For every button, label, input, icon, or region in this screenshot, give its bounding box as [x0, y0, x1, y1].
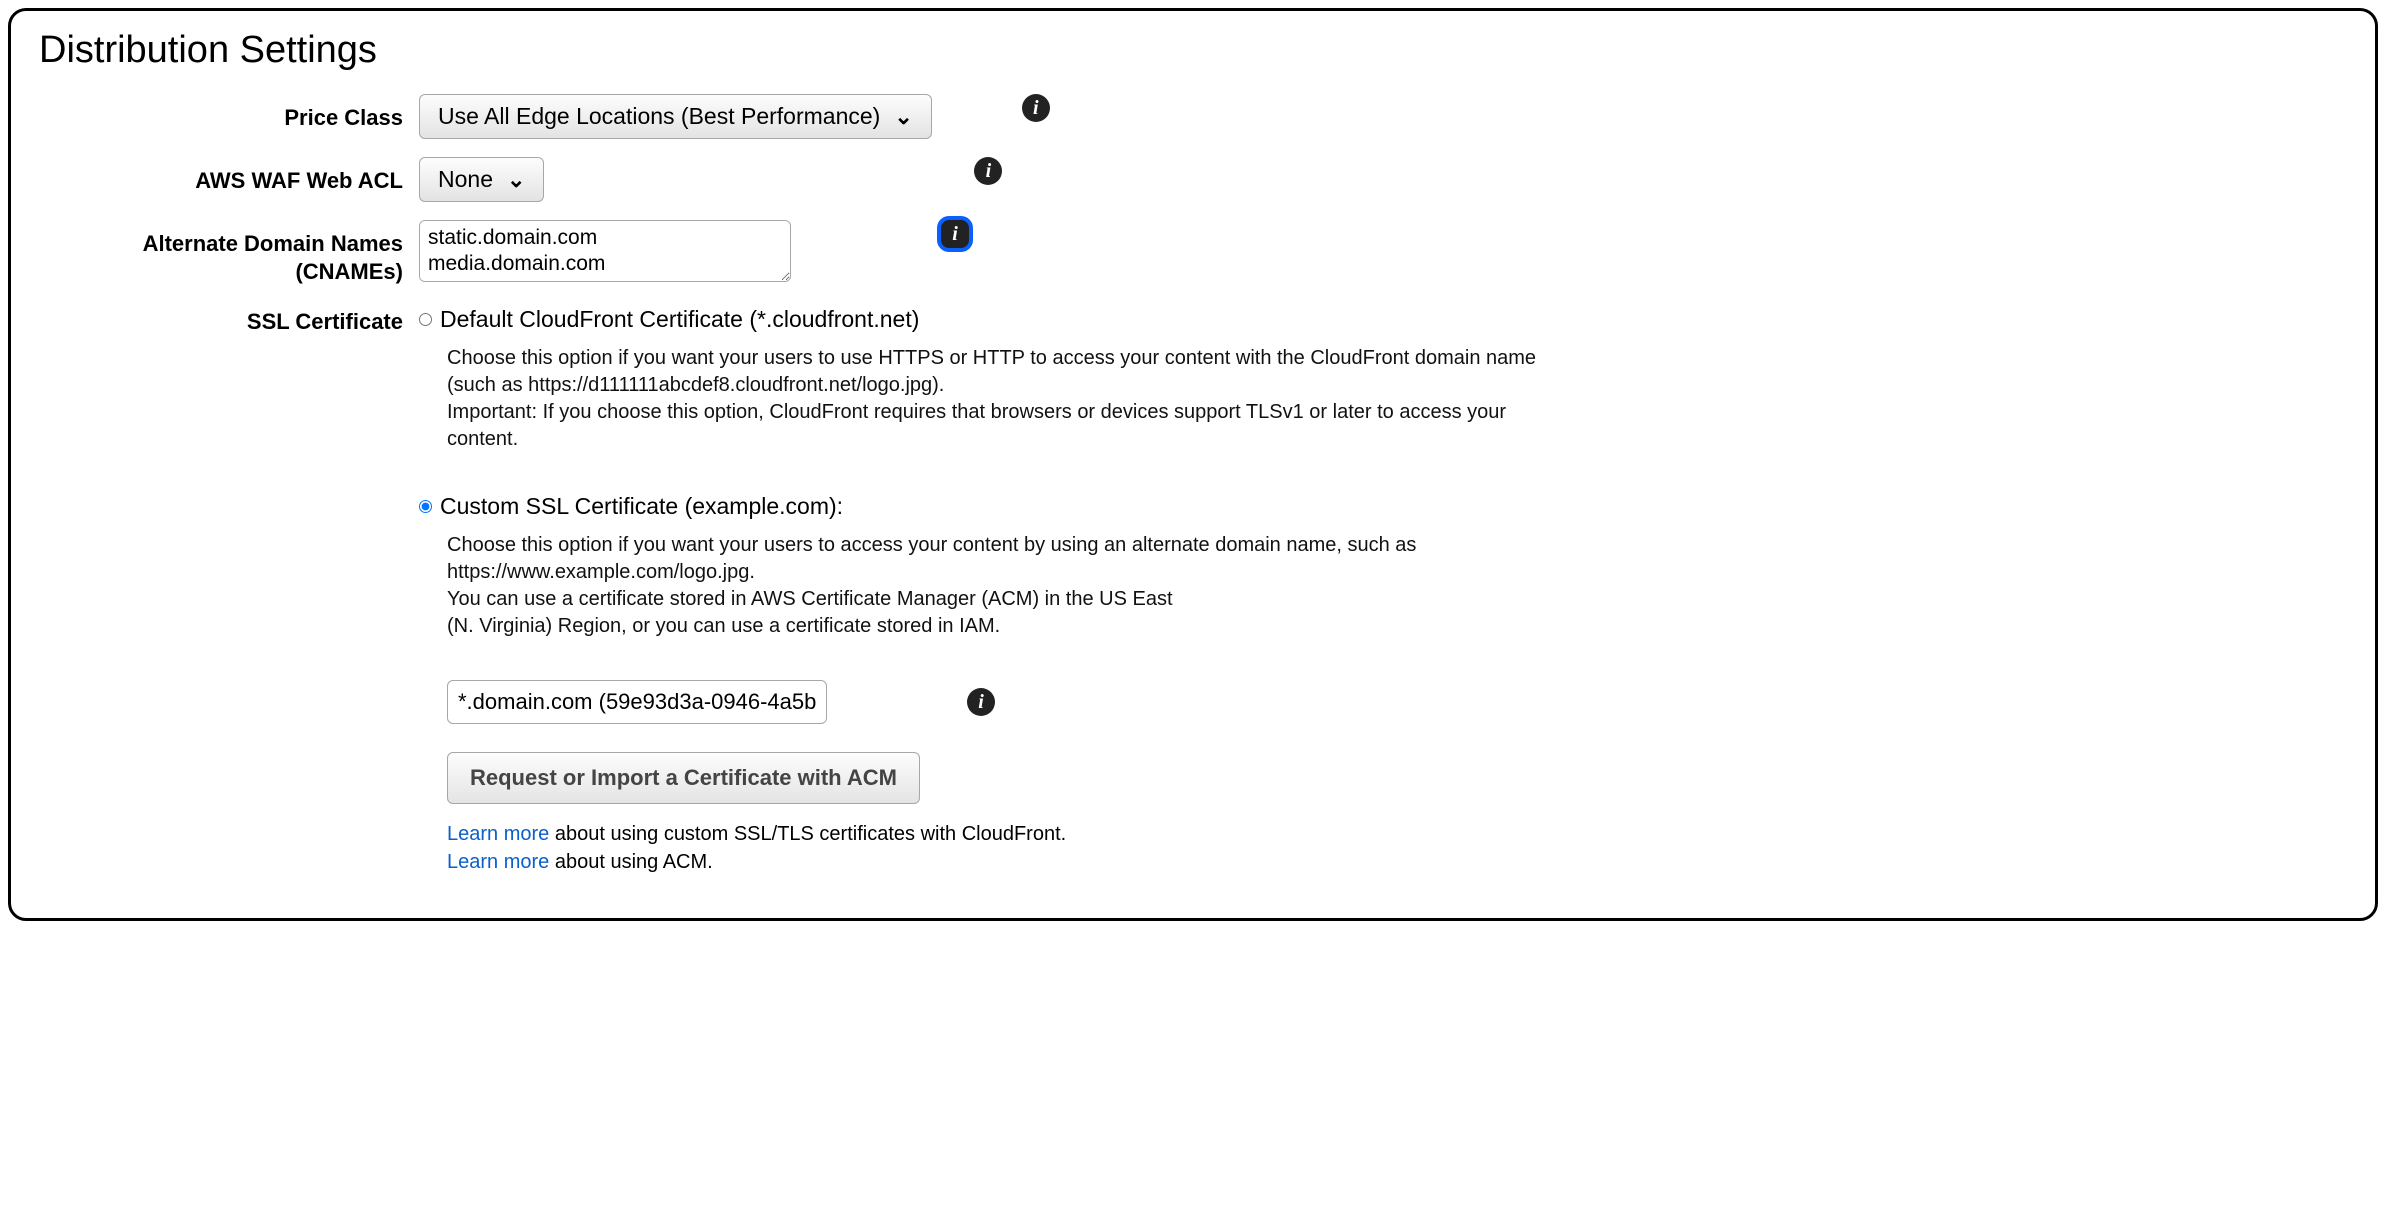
learn-more-ssl-text: about using custom SSL/TLS certificates … [549, 823, 1066, 845]
row-cnames: Alternate Domain Names (CNAMEs) i [39, 220, 2347, 288]
ssl-custom-option[interactable]: Custom SSL Certificate (example.com): [419, 493, 2347, 520]
price-class-selected: Use All Edge Locations (Best Performance… [438, 103, 880, 130]
info-icon[interactable]: i [967, 688, 995, 716]
row-waf: AWS WAF Web ACL None ⌄ i [39, 157, 2347, 202]
cert-row: i [419, 680, 2347, 724]
info-icon[interactable]: i [941, 220, 969, 248]
row-price-class: Price Class Use All Edge Locations (Best… [39, 94, 2347, 139]
label-ssl: SSL Certificate [39, 306, 419, 336]
learn-more-acm-text: about using ACM. [549, 851, 712, 873]
request-acm-cert-button[interactable]: Request or Import a Certificate with ACM [447, 752, 920, 804]
panel-title: Distribution Settings [39, 29, 2347, 72]
ssl-default-label: Default CloudFront Certificate (*.cloudf… [440, 306, 919, 333]
waf-select[interactable]: None ⌄ [419, 157, 544, 202]
ssl-default-radio[interactable] [419, 313, 432, 326]
ssl-default-help: Choose this option if you want your user… [447, 345, 1577, 453]
ssl-custom-label: Custom SSL Certificate (example.com): [440, 493, 843, 520]
learn-more-ssl-link[interactable]: Learn more [447, 823, 549, 845]
waf-selected: None [438, 166, 493, 193]
label-cnames: Alternate Domain Names (CNAMEs) [39, 220, 419, 285]
info-icon[interactable]: i [974, 157, 1002, 185]
info-icon[interactable]: i [1022, 94, 1050, 122]
cnames-textarea[interactable] [419, 220, 791, 282]
ssl-custom-help: Choose this option if you want your user… [447, 532, 1607, 640]
row-ssl: SSL Certificate Default CloudFront Certi… [39, 306, 2347, 876]
learn-more-block: Learn more about using custom SSL/TLS ce… [447, 820, 2347, 876]
ssl-cert-input[interactable] [447, 680, 827, 724]
ssl-default-option[interactable]: Default CloudFront Certificate (*.cloudf… [419, 306, 2347, 333]
learn-more-acm-link[interactable]: Learn more [447, 851, 549, 873]
chevron-down-icon: ⌄ [507, 167, 525, 193]
distribution-settings-panel: Distribution Settings Price Class Use Al… [8, 8, 2378, 921]
price-class-select[interactable]: Use All Edge Locations (Best Performance… [419, 94, 932, 139]
label-cnames-line2: (CNAMEs) [295, 259, 403, 284]
label-cnames-line1: Alternate Domain Names [143, 231, 403, 256]
ssl-custom-radio[interactable] [419, 500, 432, 513]
label-price-class: Price Class [39, 94, 419, 132]
chevron-down-icon: ⌄ [894, 104, 912, 130]
label-waf: AWS WAF Web ACL [39, 157, 419, 195]
